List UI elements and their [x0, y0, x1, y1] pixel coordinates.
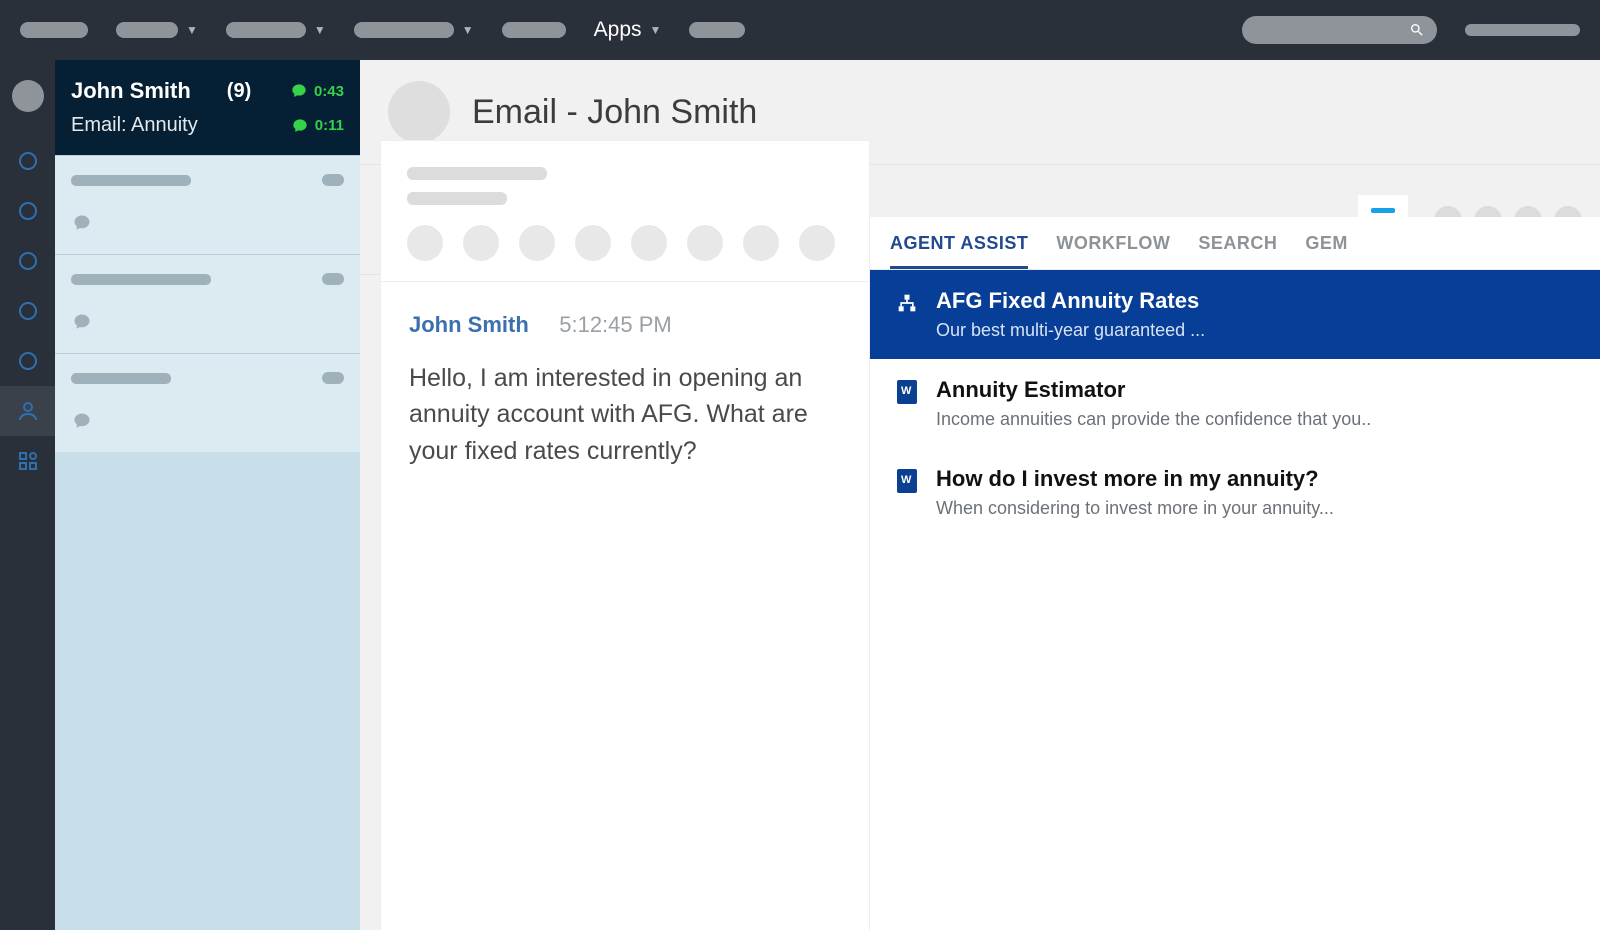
nav-item-1[interactable] — [20, 22, 88, 38]
assist-item-title: AFG Fixed Annuity Rates — [936, 288, 1205, 314]
chat-icon — [290, 83, 308, 99]
rail-item-2[interactable] — [0, 186, 55, 236]
conversation-card-active[interactable]: John Smith (9) 0:43 Email: Annuity 0:11 — [55, 60, 360, 155]
rail-item-4[interactable] — [0, 286, 55, 336]
email-panel: John Smith 5:12:45 PM Hello, I am intere… — [380, 140, 870, 930]
apps-icon — [16, 449, 40, 473]
email-body: Hello, I am interested in opening an ann… — [409, 360, 809, 469]
word-doc-icon — [896, 470, 918, 492]
email-action-8[interactable] — [799, 225, 835, 261]
tab-workflow[interactable]: WORKFLOW — [1056, 233, 1170, 269]
icon-rail — [0, 60, 55, 930]
chat-icon — [71, 214, 93, 232]
search-icon — [1409, 22, 1425, 38]
user-icon — [16, 399, 40, 423]
assist-tabs: AGENT ASSIST WORKFLOW SEARCH GEM — [870, 217, 1600, 270]
card-name: John Smith — [71, 78, 191, 104]
conversation-list: John Smith (9) 0:43 Email: Annuity 0:11 — [55, 60, 360, 930]
nav-item-2[interactable]: ▼ — [116, 22, 198, 38]
conversation-card-placeholder-2[interactable] — [55, 254, 360, 353]
apps-label: Apps — [594, 18, 642, 42]
chevron-down-icon: ▼ — [650, 23, 662, 37]
email-action-3[interactable] — [519, 225, 555, 261]
email-header-placeholder — [381, 141, 869, 282]
chat-icon — [291, 118, 309, 134]
nav-item-right[interactable] — [1465, 24, 1580, 36]
email-action-2[interactable] — [463, 225, 499, 261]
tab-search[interactable]: SEARCH — [1198, 233, 1277, 269]
page-title: Email - John Smith — [472, 93, 757, 132]
nav-item-5[interactable] — [502, 22, 566, 38]
email-action-1[interactable] — [407, 225, 443, 261]
content-area: Email - John Smith — [360, 60, 1600, 930]
rail-item-user[interactable] — [0, 386, 55, 436]
tab-agent-assist[interactable]: AGENT ASSIST — [890, 233, 1028, 269]
card-subject: Email: Annuity — [71, 114, 198, 137]
conversation-card-placeholder-3[interactable] — [55, 353, 360, 452]
assist-item-sub: Income annuities can provide the confide… — [936, 409, 1371, 430]
rail-item-5[interactable] — [0, 336, 55, 386]
assist-item-2[interactable]: Annuity Estimator Income annuities can p… — [870, 359, 1600, 448]
contact-avatar — [388, 81, 450, 143]
rail-item-1[interactable] — [0, 136, 55, 186]
search-input[interactable] — [1242, 16, 1437, 44]
flow-icon — [896, 292, 918, 314]
chat-icon — [71, 412, 93, 430]
assist-item-3[interactable]: How do I invest more in my annuity? When… — [870, 448, 1600, 537]
assist-list: AFG Fixed Annuity Rates Our best multi-y… — [870, 270, 1600, 537]
email-action-6[interactable] — [687, 225, 723, 261]
word-doc-icon — [896, 381, 918, 403]
card-timer-a: 0:43 — [290, 83, 344, 100]
card-timer-b: 0:11 — [291, 117, 344, 134]
assist-item-sub: When considering to invest more in your … — [936, 498, 1334, 519]
avatar[interactable] — [12, 80, 44, 112]
email-action-7[interactable] — [743, 225, 779, 261]
tab-gem[interactable]: GEM — [1305, 233, 1348, 269]
assist-panel: AGENT ASSIST WORKFLOW SEARCH GEM AFG Fix… — [870, 217, 1600, 930]
assist-item-1[interactable]: AFG Fixed Annuity Rates Our best multi-y… — [870, 270, 1600, 359]
card-badge: (9) — [227, 80, 251, 103]
rail-item-3[interactable] — [0, 236, 55, 286]
nav-item-3[interactable]: ▼ — [226, 22, 326, 38]
nav-item-6[interactable] — [689, 22, 745, 38]
assist-item-title: How do I invest more in my annuity? — [936, 466, 1334, 492]
assist-item-sub: Our best multi-year guaranteed ... — [936, 320, 1205, 341]
nav-item-4[interactable]: ▼ — [354, 22, 474, 38]
rail-item-apps[interactable] — [0, 436, 55, 486]
email-action-5[interactable] — [631, 225, 667, 261]
email-time: 5:12:45 PM — [559, 312, 672, 337]
email-sender: John Smith — [409, 312, 529, 337]
email-action-4[interactable] — [575, 225, 611, 261]
top-nav: ▼ ▼ ▼ Apps ▼ — [0, 0, 1600, 60]
nav-item-apps[interactable]: Apps ▼ — [594, 18, 662, 42]
chat-icon — [71, 313, 93, 331]
assist-item-title: Annuity Estimator — [936, 377, 1371, 403]
conversation-card-placeholder-1[interactable] — [55, 155, 360, 254]
